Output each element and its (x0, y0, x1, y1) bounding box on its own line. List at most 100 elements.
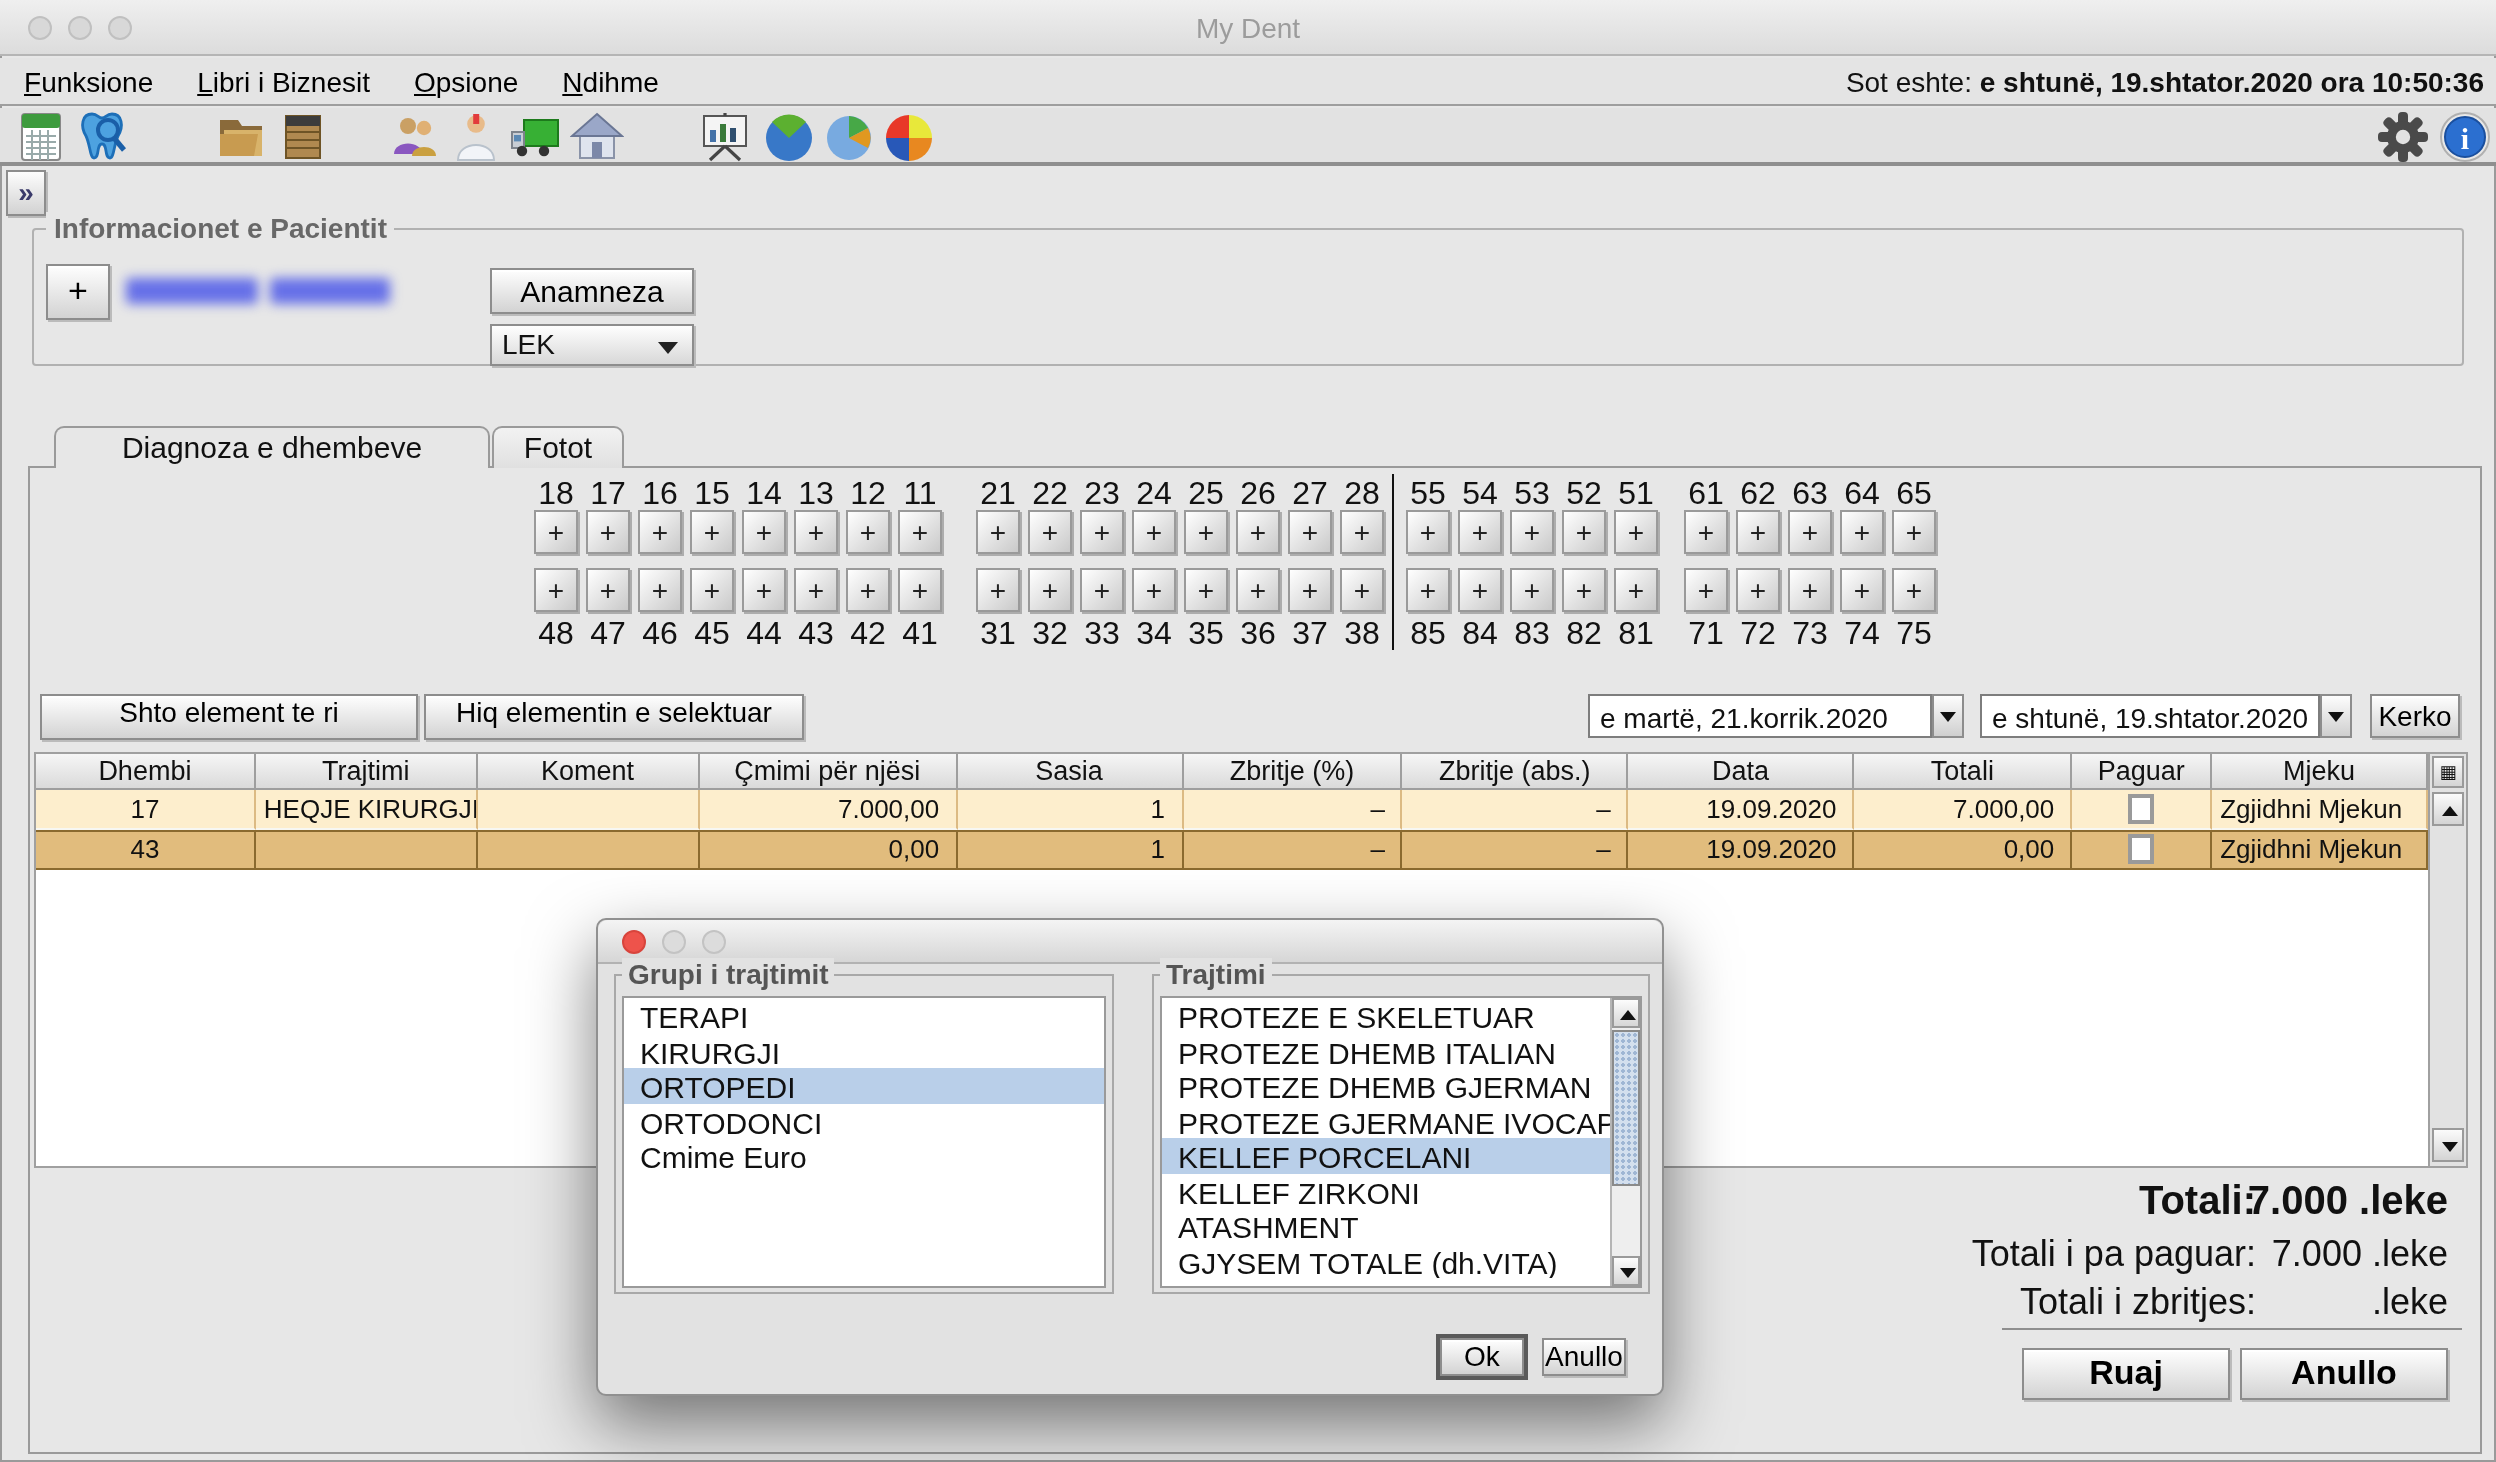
treatment-item[interactable]: PROTEZE DHEMB ITALIAN (1162, 1033, 1610, 1068)
tooth-add-button[interactable]: + (1028, 568, 1072, 612)
cell-zbritje_pct[interactable]: – (1183, 830, 1403, 870)
tooth-add-button[interactable]: + (1340, 568, 1384, 612)
treatment-group-item[interactable]: ORTODONCI (624, 1103, 1104, 1138)
column-header-2[interactable]: Koment (478, 754, 700, 790)
add-patient-button[interactable]: + (46, 264, 110, 320)
tooth-add-button[interactable]: + (1614, 568, 1658, 612)
search-button[interactable]: Kerko (2370, 694, 2460, 738)
tooth-add-button[interactable]: + (1236, 568, 1280, 612)
folder-icon[interactable] (214, 110, 268, 164)
treatment-item[interactable]: GJYSEM TOTALE (... (1162, 1278, 1610, 1288)
tooth-add-button[interactable]: + (534, 510, 578, 554)
table-scrollbar[interactable]: ▦ (2428, 752, 2468, 1168)
tooth-add-button[interactable]: + (1840, 568, 1884, 612)
treatment-scrollbar[interactable] (1610, 998, 1640, 1286)
tooth-add-button[interactable]: + (1288, 510, 1332, 554)
table-row[interactable]: 17HEQJE KIRURGJI...7.000,001––19.09.2020… (36, 790, 2428, 830)
treatment-scroll-thumb[interactable] (1612, 1030, 1640, 1186)
cell-trajtimi[interactable]: HEQJE KIRURGJI... (256, 790, 478, 830)
tooth-add-button[interactable]: + (690, 568, 734, 612)
cell-trajtimi[interactable] (256, 830, 478, 870)
currency-select[interactable]: LEK (490, 324, 694, 366)
menu-opsione[interactable]: Opsione (414, 66, 518, 98)
tooth-add-button[interactable]: + (898, 568, 942, 612)
tooth-add-button[interactable]: + (1288, 568, 1332, 612)
cell-mjeku[interactable]: Zgjidhni Mjekun (2212, 830, 2428, 870)
column-header-9[interactable]: Paguar (2072, 754, 2212, 790)
pie-chart-3-icon[interactable] (882, 110, 936, 164)
column-header-7[interactable]: Data (1629, 754, 1855, 790)
treatment-item[interactable]: PROTEZE E SKELETUAR (1162, 998, 1610, 1033)
cell-cmimi[interactable]: 0,00 (699, 830, 957, 870)
cell-dhembi[interactable]: 43 (36, 830, 256, 870)
cell-totali[interactable]: 0,00 (1854, 830, 2072, 870)
tooth-add-button[interactable]: + (1736, 568, 1780, 612)
pie-chart-1-icon[interactable] (762, 110, 816, 164)
treatment-scroll-up-icon[interactable] (1612, 998, 1640, 1028)
tooth-search-icon[interactable] (76, 110, 130, 164)
tooth-add-button[interactable]: + (1510, 510, 1554, 554)
tooth-add-button[interactable]: + (1736, 510, 1780, 554)
tooth-add-button[interactable]: + (638, 510, 682, 554)
tooth-add-button[interactable]: + (1788, 510, 1832, 554)
tooth-add-button[interactable]: + (1236, 510, 1280, 554)
tooth-add-button[interactable]: + (1684, 568, 1728, 612)
menu-ndihme[interactable]: Ndihme (562, 66, 659, 98)
cell-cmimi[interactable]: 7.000,00 (699, 790, 957, 830)
date-to-dropdown-icon[interactable] (2320, 694, 2352, 738)
column-header-10[interactable]: Mjeku (2212, 754, 2428, 790)
column-header-6[interactable]: Zbritje (abs.) (1403, 754, 1629, 790)
cell-sasia[interactable]: 1 (957, 790, 1183, 830)
tooth-add-button[interactable]: + (1458, 568, 1502, 612)
cell-mjeku[interactable]: Zgjidhni Mjekun (2212, 790, 2428, 830)
info-icon[interactable]: i (2438, 110, 2492, 164)
tooth-add-button[interactable]: + (1080, 510, 1124, 554)
menu-funksione[interactable]: Funksione (24, 66, 153, 98)
tooth-add-button[interactable]: + (794, 568, 838, 612)
truck-icon[interactable] (508, 110, 562, 164)
home-icon[interactable] (570, 110, 624, 164)
tooth-add-button[interactable]: + (1080, 568, 1124, 612)
cell-sasia[interactable]: 1 (957, 830, 1183, 870)
paid-checkbox[interactable] (2128, 834, 2154, 864)
tooth-add-button[interactable]: + (586, 568, 630, 612)
pie-chart-2-icon[interactable] (822, 110, 876, 164)
cell-paguar[interactable] (2072, 830, 2212, 870)
column-header-1[interactable]: Trajtimi (256, 754, 478, 790)
tooth-add-button[interactable]: + (534, 568, 578, 612)
column-header-3[interactable]: Çmimi për njësi (699, 754, 957, 790)
treatment-group-item[interactable]: ORTOPEDI (624, 1068, 1104, 1103)
cell-zbritje_abs[interactable]: – (1403, 830, 1629, 870)
doctor-icon[interactable] (450, 110, 504, 164)
tooth-add-button[interactable]: + (1892, 510, 1936, 554)
tooth-add-button[interactable]: + (1562, 568, 1606, 612)
column-header-4[interactable]: Sasia (957, 754, 1183, 790)
cell-zbritje_abs[interactable]: – (1403, 790, 1629, 830)
cell-koment[interactable] (478, 790, 700, 830)
tooth-add-button[interactable]: + (976, 510, 1020, 554)
tooth-add-button[interactable]: + (976, 568, 1020, 612)
menu-libri-i-biznesit[interactable]: Libri i Biznesit (197, 66, 370, 98)
scroll-up-icon[interactable] (2432, 792, 2464, 826)
treatment-item[interactable]: KELLEF PORCELANI (1162, 1138, 1610, 1173)
tooth-add-button[interactable]: + (586, 510, 630, 554)
presentation-chart-icon[interactable] (698, 110, 752, 164)
tooth-add-button[interactable]: + (1788, 568, 1832, 612)
treatment-item[interactable]: KELLEF ZIRKONI (1162, 1173, 1610, 1208)
tooth-add-button[interactable]: + (742, 510, 786, 554)
tooth-add-button[interactable]: + (638, 568, 682, 612)
remove-element-button[interactable]: Hiq elementin e selektuar (424, 694, 804, 740)
tooth-add-button[interactable]: + (1184, 568, 1228, 612)
dialog-close-icon[interactable] (622, 930, 646, 954)
tooth-add-button[interactable]: + (1892, 568, 1936, 612)
treatment-item[interactable]: ATASHMENT (1162, 1208, 1610, 1243)
settings-gear-icon[interactable] (2376, 110, 2430, 164)
tooth-add-button[interactable]: + (1840, 510, 1884, 554)
cell-zbritje_pct[interactable]: – (1183, 790, 1403, 830)
tooth-add-button[interactable]: + (846, 568, 890, 612)
cell-koment[interactable] (478, 830, 700, 870)
tooth-add-button[interactable]: + (1184, 510, 1228, 554)
tooth-add-button[interactable]: + (1340, 510, 1384, 554)
tooth-add-button[interactable]: + (1458, 510, 1502, 554)
tooth-add-button[interactable]: + (846, 510, 890, 554)
